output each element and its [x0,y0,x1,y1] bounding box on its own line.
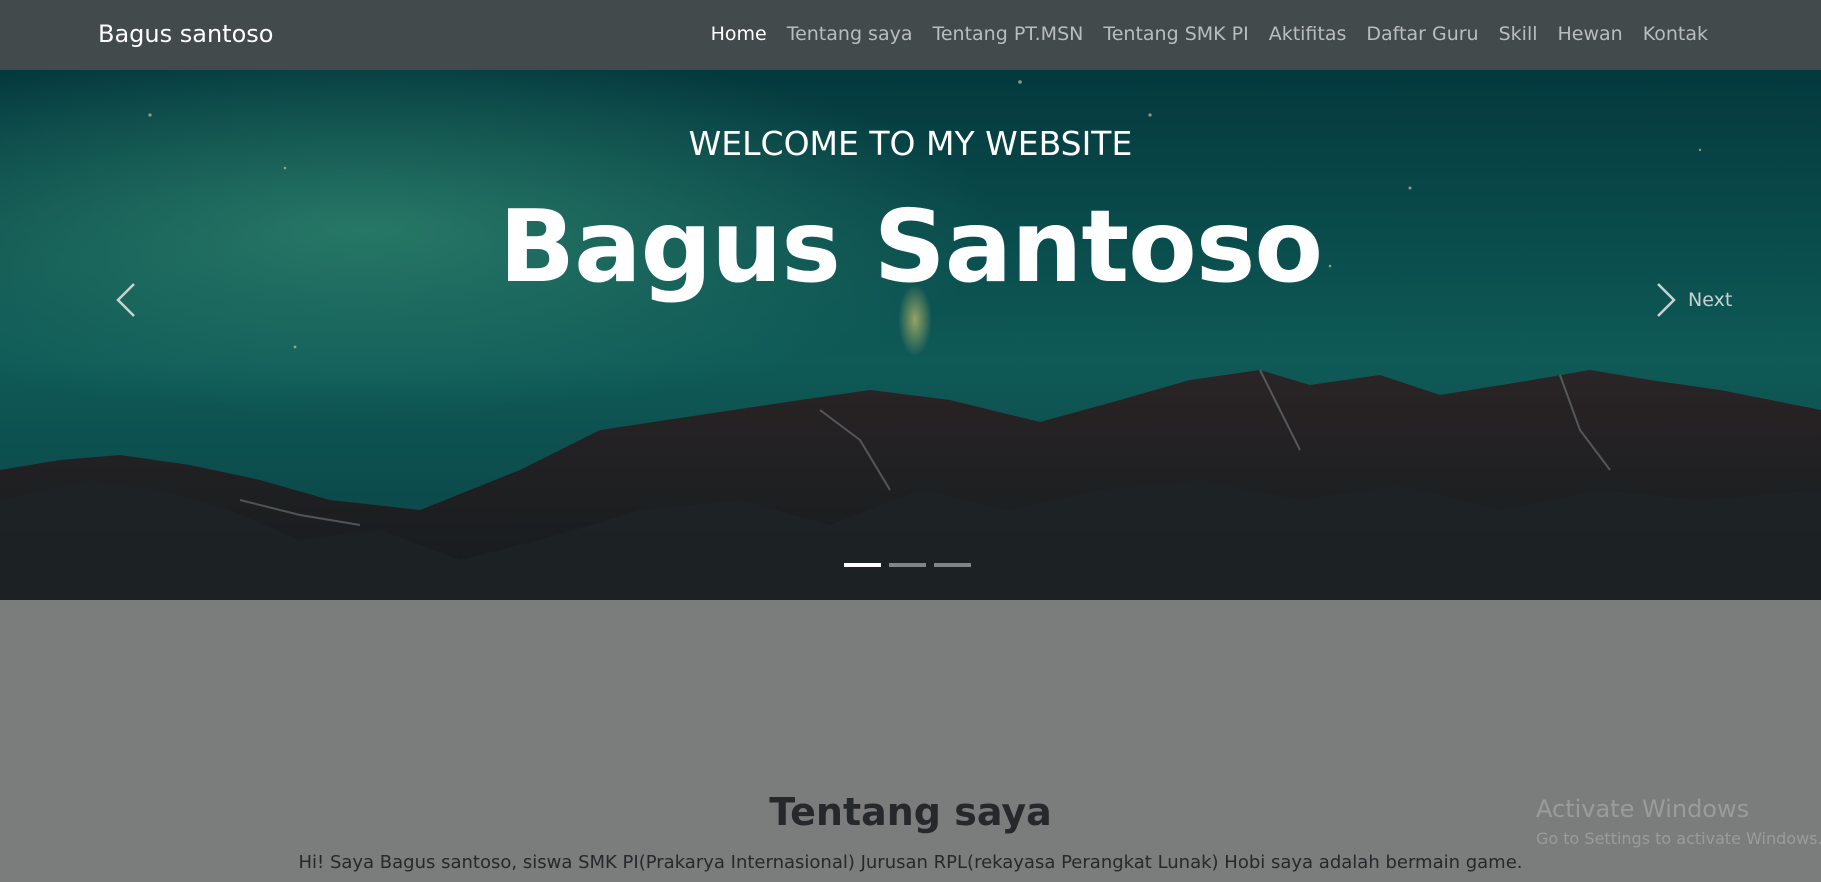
welcome-heading: WELCOME TO MY WEBSITE [688,124,1133,163]
nav-item-aktifitas[interactable]: Aktifitas [1269,23,1347,45]
watermark-subtitle: Go to Settings to activate Windows. [1536,829,1821,848]
windows-activation-watermark: Activate Windows Go to Settings to activ… [1536,795,1821,848]
nav-item-skill[interactable]: Skill [1499,23,1538,45]
nav-item-kontak[interactable]: Kontak [1643,23,1708,45]
nav-item-home[interactable]: Home [711,23,767,45]
carousel-indicator-1[interactable] [844,563,881,567]
carousel-indicator-2[interactable] [889,563,926,567]
nav-menu: Home Tentang saya Tentang PT.MSN Tentang… [711,23,1708,45]
carousel-indicators [844,563,971,567]
nav-item-tentang-pt-msn[interactable]: Tentang PT.MSN [932,23,1083,45]
nav-item-daftar-guru[interactable]: Daftar Guru [1366,23,1478,45]
carousel-next-label: Next [1688,289,1733,311]
hero-title: Bagus Santoso [498,188,1323,305]
hero-carousel: WELCOME TO MY WEBSITE Bagus Santoso Next [0,70,1821,600]
watermark-title: Activate Windows [1536,795,1750,823]
navbar-brand[interactable]: Bagus santoso [98,20,273,48]
carousel-indicator-3[interactable] [934,563,971,567]
chevron-left-icon [116,283,135,317]
about-section-text: Hi! Saya Bagus santoso, siswa SMK PI(Pra… [298,852,1523,873]
carousel-next-button[interactable]: Next [1652,278,1732,322]
navbar: Bagus santoso Home Tentang saya Tentang … [0,0,1821,70]
carousel-prev-button[interactable] [112,278,142,322]
nav-item-hewan[interactable]: Hewan [1558,23,1623,45]
chevron-right-icon [1657,283,1676,317]
nav-item-tentang-smk-pi[interactable]: Tentang SMK PI [1103,23,1248,45]
nav-item-tentang-saya[interactable]: Tentang saya [787,23,913,45]
